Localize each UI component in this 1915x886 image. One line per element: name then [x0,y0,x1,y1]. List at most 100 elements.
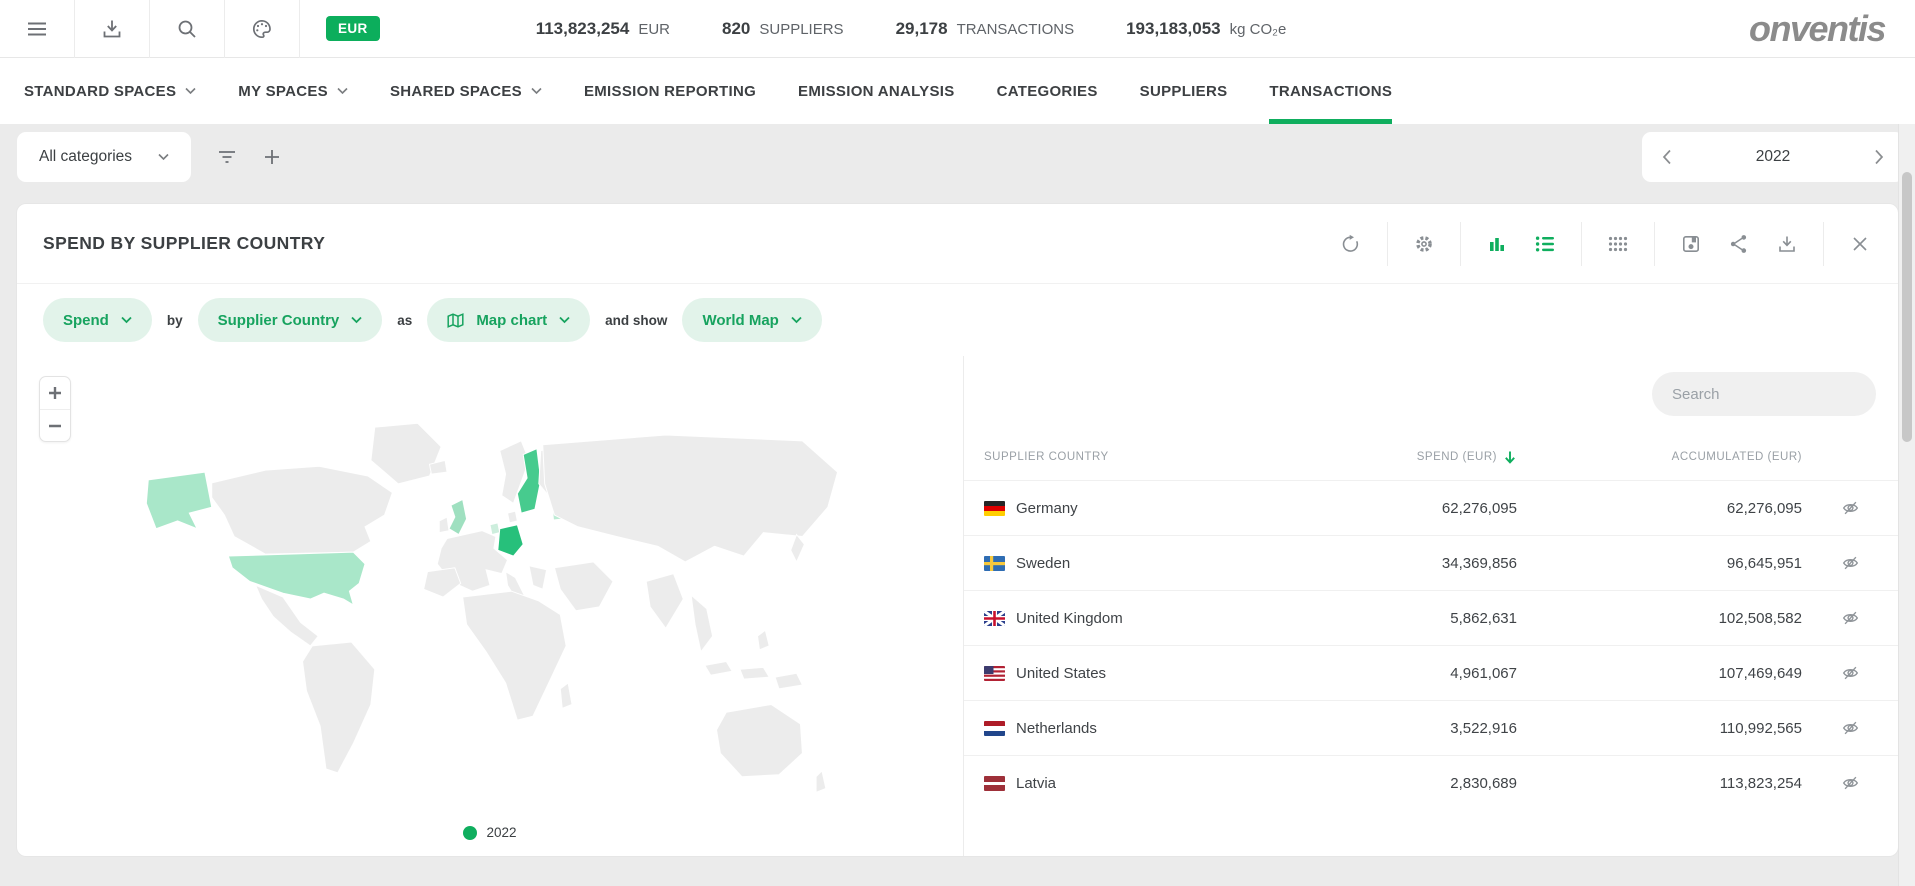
add-filter-button[interactable] [263,148,281,166]
country-name: Germany [1016,500,1078,517]
widget-card: SPEND BY SUPPLIER COUNTRY [17,204,1898,856]
map-landmass-iberia [424,568,461,597]
table-header-row: SUPPLIER COUNTRY SPEND (EUR) ACCUMULATED… [964,434,1898,480]
table-row-netherlands[interactable]: Netherlands3,522,916110,992,565 [964,700,1898,755]
refresh-button[interactable] [1339,232,1363,256]
world-map[interactable] [17,356,963,810]
share-button[interactable] [1727,232,1751,256]
map-landmass-canada [212,466,393,554]
map-landmass-ireland [439,517,449,533]
top-header: EUR 113,823,254EUR820SUPPLIERS29,178TRAN… [0,0,1915,58]
map-scope-chip-label: World Map [702,312,778,329]
filter-button[interactable] [217,148,237,166]
toggle-visibility-button[interactable] [1802,554,1898,572]
nav-tab-emission-reporting[interactable]: EMISSION REPORTING [584,58,756,124]
chart-view-button[interactable] [1485,232,1509,256]
spend-cell: 34,369,856 [1264,555,1517,572]
toggle-visibility-button[interactable] [1802,664,1898,682]
legend-item-2022[interactable]: 2022 [17,825,963,840]
palette-icon [251,18,273,40]
spend-cell: 5,862,631 [1264,610,1517,627]
toggle-visibility-button[interactable] [1802,499,1898,517]
currency-selector[interactable]: EUR [300,0,406,58]
country-name: United Kingdom [1016,610,1123,627]
theme-button[interactable] [225,0,300,58]
nav-tab-standard-spaces[interactable]: STANDARD SPACES [24,58,196,124]
nav-tab-categories[interactable]: CATEGORIES [997,58,1098,124]
vertical-scrollbar[interactable] [1898,124,1915,886]
map-country-united-kingdom[interactable] [449,499,467,534]
kpi-value: 820 [722,19,750,39]
table-row-united-kingdom[interactable]: United Kingdom5,862,631102,508,582 [964,590,1898,645]
toolbar-divider [1387,222,1388,266]
chevron-right-icon[interactable] [1874,149,1884,165]
search-button[interactable] [150,0,225,58]
dimension-chip-label: Supplier Country [218,312,340,329]
zoom-out-button[interactable] [40,409,70,441]
chevron-down-icon [121,316,132,324]
map-country-germany[interactable] [498,525,523,556]
eye-off-icon [1841,719,1860,737]
year-label: 2022 [1756,148,1790,166]
accumulated-cell: 107,469,649 [1517,665,1802,682]
settings-button[interactable] [1412,232,1436,256]
menu-button[interactable] [0,0,75,58]
map-landmass-new-zealand [816,771,826,792]
chevron-left-icon[interactable] [1662,149,1672,165]
map-landmass-se-asia [691,595,712,652]
widget-content: 2022 SUPPLIER COUNTRY SPEND (EUR) [17,356,1898,856]
nav-tab-suppliers[interactable]: SUPPLIERS [1140,58,1228,124]
flag-sweden-icon [984,556,1005,571]
refresh-icon [1341,234,1361,254]
toggle-visibility-button[interactable] [1802,609,1898,627]
column-header-spend[interactable]: SPEND (EUR) [1264,450,1517,465]
kpi-stat: 29,178TRANSACTIONS [896,19,1075,39]
toggle-visibility-button[interactable] [1802,774,1898,792]
toggle-visibility-button[interactable] [1802,719,1898,737]
column-header-supplier-country[interactable]: SUPPLIER COUNTRY [984,451,1264,463]
download-icon [1777,234,1797,254]
table-row-germany[interactable]: Germany62,276,09562,276,095 [964,480,1898,535]
table-row-sweden[interactable]: Sweden34,369,85696,645,951 [964,535,1898,590]
dimension-chip[interactable]: Supplier Country [198,298,383,342]
save-button[interactable] [1679,232,1703,256]
country-cell: United States [984,665,1264,682]
table-row-united-states[interactable]: United States4,961,067107,469,649 [964,645,1898,700]
toolbar-divider [1823,222,1824,266]
map-landmass-australia [717,704,803,776]
table-row-latvia[interactable]: Latvia2,830,689113,823,254 [964,755,1898,810]
search-input[interactable] [1672,386,1871,403]
list-view-button[interactable] [1533,232,1557,256]
nav-tab-my-spaces[interactable]: MY SPACES [238,58,348,124]
nav-tab-emission-analysis[interactable]: EMISSION ANALYSIS [798,58,955,124]
zoom-in-button[interactable] [40,377,70,409]
minus-icon [48,419,62,433]
map-country-netherlands[interactable] [490,523,500,535]
map-scope-chip[interactable]: World Map [682,298,821,342]
export-button[interactable] [1775,232,1799,256]
download-button[interactable] [75,0,150,58]
category-dropdown[interactable]: All categories [17,132,191,182]
close-button[interactable] [1848,232,1872,256]
sort-descending-icon [1503,450,1517,465]
country-cell: Netherlands [984,720,1264,737]
flag-netherlands-icon [984,721,1005,736]
measure-chip[interactable]: Spend [43,298,152,342]
scrollbar-thumb[interactable] [1902,172,1912,442]
nav-tab-transactions[interactable]: TRANSACTIONS [1269,58,1392,124]
map-country-alaska[interactable] [146,472,211,529]
country-name: Latvia [1016,775,1056,792]
map-country-united-states[interactable] [228,552,365,605]
column-header-accumulated[interactable]: ACCUMULATED (EUR) [1517,451,1802,463]
query-builder: Spend by Supplier Country as Map chart a… [17,284,1898,356]
widget-grid-button[interactable] [1606,232,1630,256]
table-search [1652,372,1876,416]
hamburger-icon [26,18,48,40]
map-landmass-indonesia-2 [740,667,769,679]
chart-type-chip[interactable]: Map chart [427,298,590,342]
nav-tab-shared-spaces[interactable]: SHARED SPACES [390,58,542,124]
kpi-stat: 113,823,254EUR [536,19,670,39]
widget-toolbar [1339,222,1872,266]
flag-latvia-icon [984,776,1005,791]
save-icon [1681,234,1701,254]
